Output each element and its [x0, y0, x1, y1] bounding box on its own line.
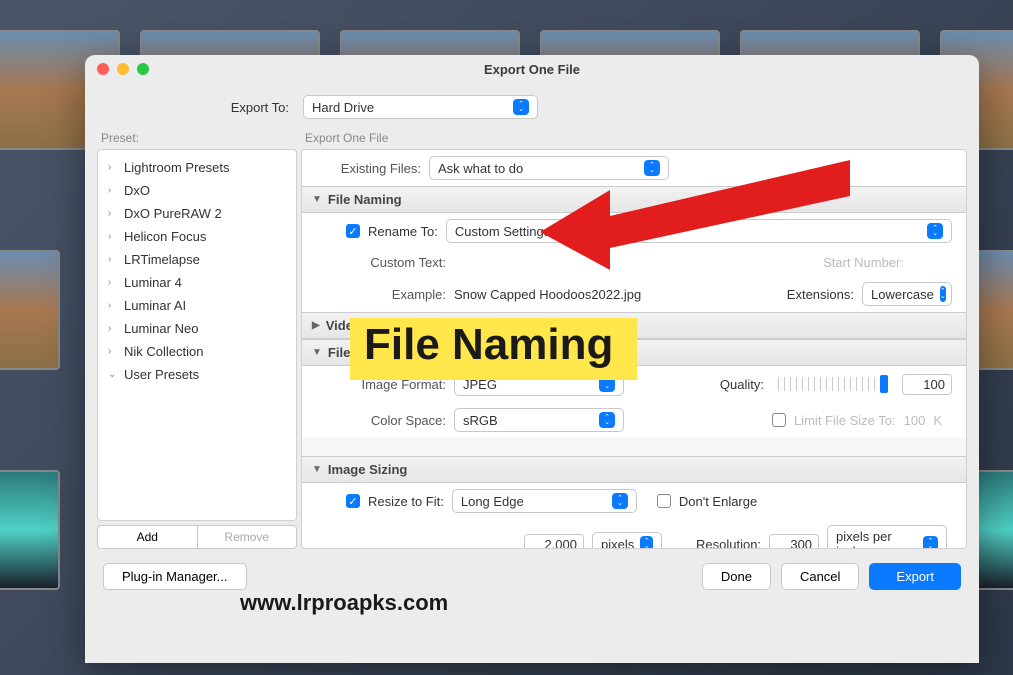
existing-files-label: Existing Files:	[316, 161, 421, 176]
triangle-right-icon: ▶	[312, 320, 320, 331]
quality-input[interactable]: 100	[902, 374, 952, 395]
limit-size-label: Limit File Size To:	[794, 413, 896, 428]
resolution-unit-select[interactable]: pixels per inch	[827, 525, 947, 549]
extensions-select[interactable]: Lowercase	[862, 282, 952, 306]
chevron-right-icon: ›	[108, 185, 120, 196]
dialog-title: Export One File	[85, 62, 979, 77]
resize-to-fit-select[interactable]: Long Edge	[452, 489, 637, 513]
chevron-updown-icon	[940, 286, 946, 302]
cancel-button[interactable]: Cancel	[781, 563, 859, 590]
chevron-right-icon: ›	[108, 208, 120, 219]
export-to-select[interactable]: Hard Drive	[303, 95, 538, 119]
chevron-updown-icon	[513, 99, 529, 115]
chevron-down-icon: ⌄	[108, 369, 120, 380]
triangle-down-icon: ▼	[312, 464, 322, 475]
triangle-down-icon: ▼	[312, 347, 322, 358]
chevron-right-icon: ›	[108, 254, 120, 265]
color-space-label: Color Space:	[316, 413, 446, 428]
preset-item[interactable]: ›Nik Collection	[98, 340, 296, 363]
custom-text-label: Custom Text:	[316, 255, 446, 270]
size-unit-select[interactable]: pixels	[592, 532, 662, 549]
resize-checkbox[interactable]	[346, 494, 360, 508]
preset-item[interactable]: ›Lightroom Presets	[98, 156, 296, 179]
chevron-updown-icon	[640, 536, 653, 549]
quality-slider[interactable]	[778, 377, 888, 391]
preset-item[interactable]: ›Luminar 4	[98, 271, 296, 294]
preset-item[interactable]: ›Luminar Neo	[98, 317, 296, 340]
resize-to-fit-label: Resize to Fit:	[368, 494, 444, 509]
preset-item[interactable]: ›Luminar AI	[98, 294, 296, 317]
example-label: Example:	[316, 287, 446, 302]
preset-label: Preset:	[97, 129, 297, 149]
image-sizing-section-header[interactable]: ▼ Image Sizing	[302, 456, 966, 483]
chevron-right-icon: ›	[108, 231, 120, 242]
main-label: Export One File	[301, 129, 967, 149]
watermark-text: www.lrproapks.com	[240, 590, 448, 616]
preset-item[interactable]: ⌄User Presets	[98, 363, 296, 386]
export-to-label: Export To:	[105, 100, 295, 115]
chevron-updown-icon	[923, 536, 939, 549]
preset-list[interactable]: ›Lightroom Presets ›DxO ›DxO PureRAW 2 ›…	[97, 149, 297, 521]
titlebar: Export One File	[85, 55, 979, 83]
preset-item[interactable]: ›DxO PureRAW 2	[98, 202, 296, 225]
preset-item[interactable]: ›DxO	[98, 179, 296, 202]
triangle-down-icon: ▼	[312, 194, 322, 205]
rename-to-checkbox[interactable]	[346, 224, 360, 238]
color-space-select[interactable]: sRGB	[454, 408, 624, 432]
resolution-input[interactable]: 300	[769, 534, 819, 550]
chevron-right-icon: ›	[108, 162, 120, 173]
preset-remove-button: Remove	[198, 525, 298, 549]
dont-enlarge-label: Don't Enlarge	[679, 494, 757, 509]
limit-size-value: 100	[904, 413, 926, 428]
size-input[interactable]: 2,000	[524, 534, 584, 550]
rename-to-label: Rename To:	[368, 224, 438, 239]
dont-enlarge-checkbox[interactable]	[657, 494, 671, 508]
chevron-updown-icon	[927, 223, 943, 239]
annotation-highlight: File Naming	[350, 318, 637, 380]
chevron-right-icon: ›	[108, 346, 120, 357]
extensions-label: Extensions:	[787, 287, 854, 302]
limit-size-unit: K	[933, 413, 942, 428]
chevron-updown-icon	[599, 412, 615, 428]
export-button[interactable]: Export	[869, 563, 961, 590]
preset-item[interactable]: ›LRTimelapse	[98, 248, 296, 271]
export-to-value: Hard Drive	[312, 100, 374, 115]
example-value: Snow Capped Hoodoos2022.jpg	[454, 287, 641, 302]
done-button[interactable]: Done	[702, 563, 771, 590]
preset-add-button[interactable]: Add	[97, 525, 198, 549]
chevron-right-icon: ›	[108, 300, 120, 311]
limit-size-checkbox[interactable]	[772, 413, 786, 427]
quality-label: Quality:	[720, 377, 764, 392]
preset-item[interactable]: ›Helicon Focus	[98, 225, 296, 248]
chevron-updown-icon	[612, 493, 628, 509]
chevron-right-icon: ›	[108, 277, 120, 288]
plugin-manager-button[interactable]: Plug-in Manager...	[103, 563, 247, 590]
resolution-label: Resolution:	[696, 537, 761, 550]
chevron-right-icon: ›	[108, 323, 120, 334]
annotation-arrow	[540, 160, 870, 270]
